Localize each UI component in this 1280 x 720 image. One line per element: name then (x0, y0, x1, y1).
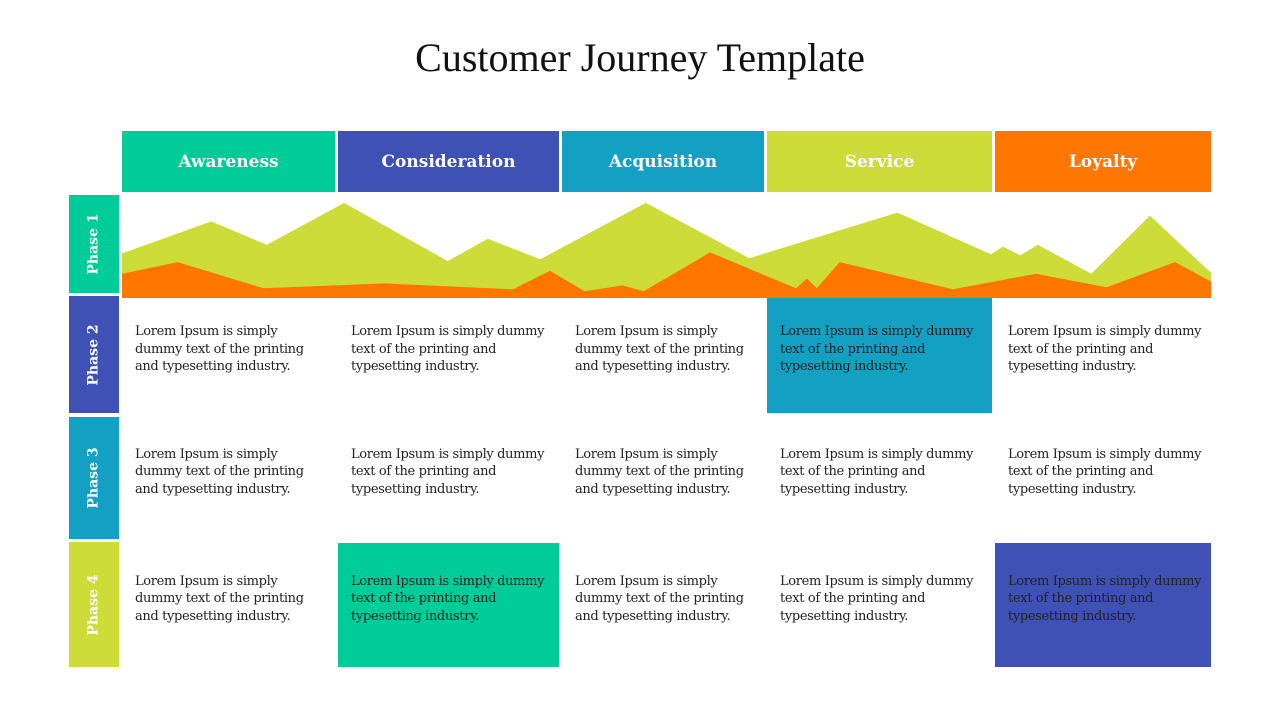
cell-text: Lorem Ipsum is simply dummy text of the … (780, 446, 974, 497)
grid-cell-highlighted: Lorem Ipsum is simply dummy text of the … (767, 298, 992, 413)
cell-text: Lorem Ipsum is simply dummy text of the … (351, 573, 545, 624)
grid-cell: Lorem Ipsum is simply dummy text of the … (767, 417, 992, 539)
grid-cell: Lorem Ipsum is simply dummy text of the … (767, 543, 992, 667)
grid-cell: Lorem Ipsum is simply dummy text of the … (122, 417, 335, 539)
cell-text: Lorem Ipsum is simply dummy text of the … (575, 573, 744, 624)
cell-text: Lorem Ipsum is simply dummy text of the … (135, 446, 304, 497)
cell-text: Lorem Ipsum is simply dummy text of the … (135, 573, 304, 624)
grid-cell-highlighted: Lorem Ipsum is simply dummy text of the … (995, 543, 1211, 667)
grid-cell: Lorem Ipsum is simply dummy text of the … (338, 417, 559, 539)
cell-text: Lorem Ipsum is simply dummy text of the … (575, 324, 744, 375)
cell-text: Lorem Ipsum is simply dummy text of the … (135, 324, 304, 375)
grid-cell: Lorem Ipsum is simply dummy text of the … (338, 298, 559, 413)
grid-cell: Lorem Ipsum is simply dummy text of the … (995, 417, 1211, 539)
grid-cell: Lorem Ipsum is simply dummy text of the … (562, 543, 764, 667)
cell-text: Lorem Ipsum is simply dummy text of the … (780, 324, 974, 375)
cell-text: Lorem Ipsum is simply dummy text of the … (351, 324, 545, 375)
grid-cell: Lorem Ipsum is simply dummy text of the … (122, 298, 335, 413)
grid-cell: Lorem Ipsum is simply dummy text of the … (995, 298, 1211, 413)
grid-cell-highlighted: Lorem Ipsum is simply dummy text of the … (338, 543, 559, 667)
grid-cell: Lorem Ipsum is simply dummy text of the … (122, 543, 335, 667)
cell-text: Lorem Ipsum is simply dummy text of the … (1008, 573, 1202, 624)
cell-text: Lorem Ipsum is simply dummy text of the … (351, 446, 545, 497)
cell-text: Lorem Ipsum is simply dummy text of the … (780, 573, 974, 624)
cell-text: Lorem Ipsum is simply dummy text of the … (575, 446, 744, 497)
grid-cell: Lorem Ipsum is simply dummy text of the … (562, 298, 764, 413)
grid-cell: Lorem Ipsum is simply dummy text of the … (562, 417, 764, 539)
cell-text: Lorem Ipsum is simply dummy text of the … (1008, 446, 1202, 497)
cell-text: Lorem Ipsum is simply dummy text of the … (1008, 324, 1202, 375)
